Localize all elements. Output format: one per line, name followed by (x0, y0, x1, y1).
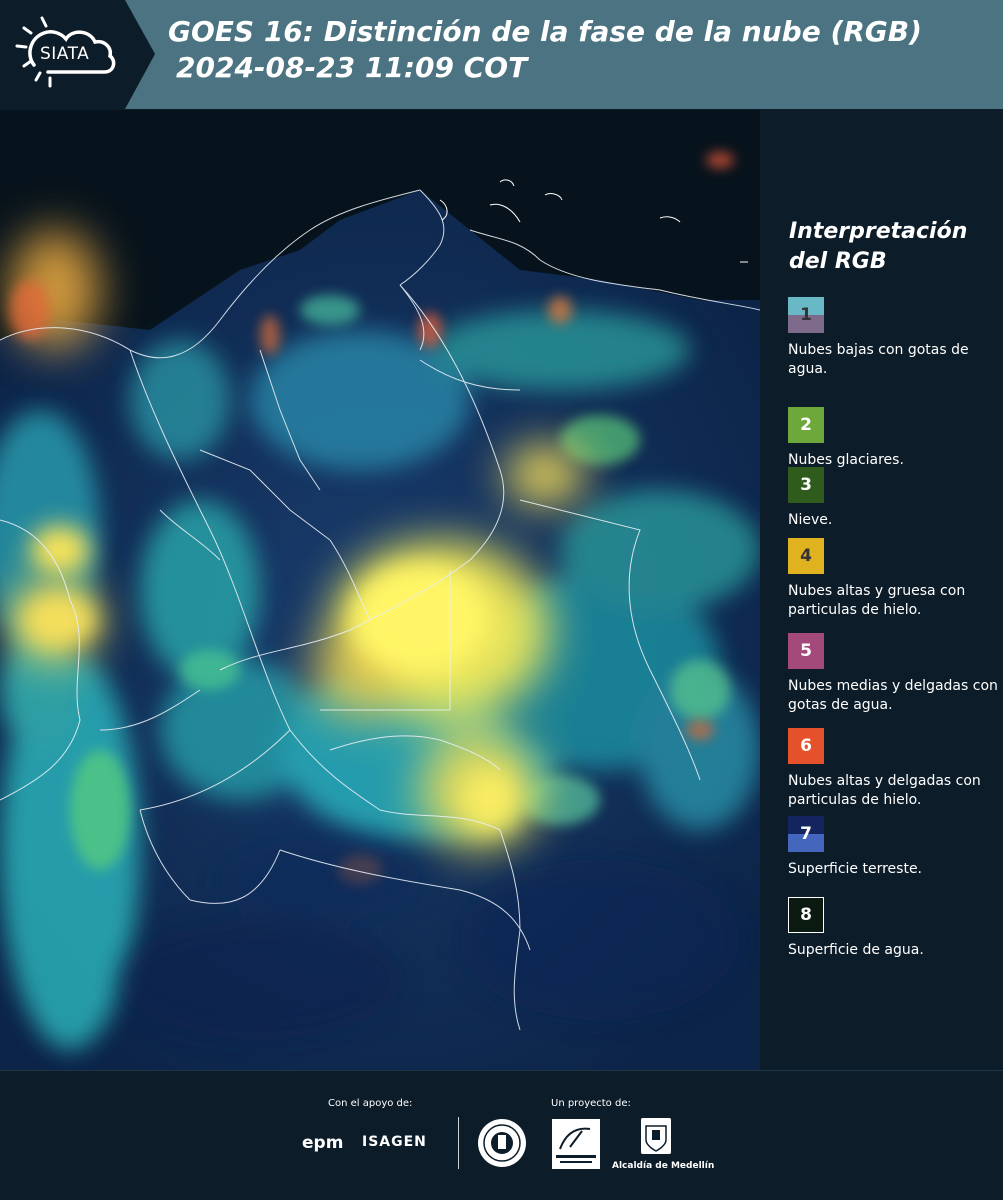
legend-swatch: 6 (788, 728, 824, 764)
legend-label: Nubes medias y delgadas con gotas de agu… (788, 678, 998, 713)
legend-swatch: 3 (788, 467, 824, 503)
legend-number: 2 (800, 415, 812, 435)
footer-divider (458, 1117, 459, 1169)
legend-swatch: 8 (788, 897, 824, 933)
siata-logo: SIATA (0, 0, 155, 109)
legend-number: 6 (800, 736, 812, 756)
isagen-logo: ISAGEN (362, 1134, 427, 1150)
legend-label: Nubes altas y gruesa con particulas de h… (788, 583, 966, 618)
legend-number: 1 (800, 305, 812, 325)
legend-item-1: 1 Nubes bajas con gotas de agua. (788, 297, 998, 379)
page-title: GOES 16: Distinción de la fase de la nub… (168, 14, 988, 86)
legend-item-2: 2 Nubes glaciares. (788, 407, 998, 470)
legend-number: 7 (800, 824, 812, 844)
legend-swatch: 5 (788, 633, 824, 669)
footer: Con el apoyo de: Un proyecto de: epm ISA… (0, 1070, 1003, 1200)
legend-item-6: 6 Nubes altas y delgadas con particulas d… (788, 728, 998, 810)
legend-label: Nubes bajas con gotas de agua. (788, 342, 969, 377)
legend-number: 8 (800, 905, 812, 925)
satellite-map (0, 110, 760, 1070)
legend-item-7: 7 Superficie terreste. (788, 816, 998, 879)
alcaldia-label: Alcaldía de Medellín (612, 1161, 715, 1171)
legend-swatch: 1 (788, 297, 824, 333)
legend-number: 3 (800, 475, 812, 495)
legend-title: Interpretación del RGB (789, 219, 968, 274)
legend-item-4: 4 Nubes altas y gruesa con particulas de … (788, 538, 998, 620)
title-line-2: 2024-08-23 11:09 COT (176, 51, 528, 84)
legend-item-5: 5 Nubes medias y delgadas con gotas de ag… (788, 633, 998, 715)
legend-label: Nieve. (788, 512, 833, 528)
legend-item-3: 3 Nieve. (788, 467, 998, 530)
legend-number: 4 (800, 546, 812, 566)
title-line-1: GOES 16: Distinción de la fase de la nub… (168, 15, 922, 48)
legend-number: 5 (800, 641, 812, 661)
antioquia-seal-icon (478, 1119, 526, 1167)
legend-label: Superficie de agua. (788, 942, 924, 958)
legend-swatch: 2 (788, 407, 824, 443)
legend-swatch: 7 (788, 816, 824, 852)
legend-panel: Interpretación del RGB 1 Nubes bajas con … (760, 110, 1003, 1070)
legend-label: Nubes altas y delgadas con particulas de… (788, 773, 981, 808)
siata-logo-text: SIATA (40, 44, 90, 64)
area-metropolitana-logo (552, 1119, 600, 1169)
support-label: Con el apoyo de: (328, 1098, 413, 1109)
legend-label: Superficie terreste. (788, 861, 923, 877)
header-bar: SIATA GOES 16: Distinción de la fase de … (0, 0, 1003, 109)
alcaldia-medellin-logo (641, 1118, 671, 1154)
project-label: Un proyecto de: (551, 1098, 631, 1109)
epm-logo: epm (302, 1133, 344, 1153)
legend-swatch: 4 (788, 538, 824, 574)
legend-item-8: 8 Superficie de agua. (788, 897, 998, 960)
